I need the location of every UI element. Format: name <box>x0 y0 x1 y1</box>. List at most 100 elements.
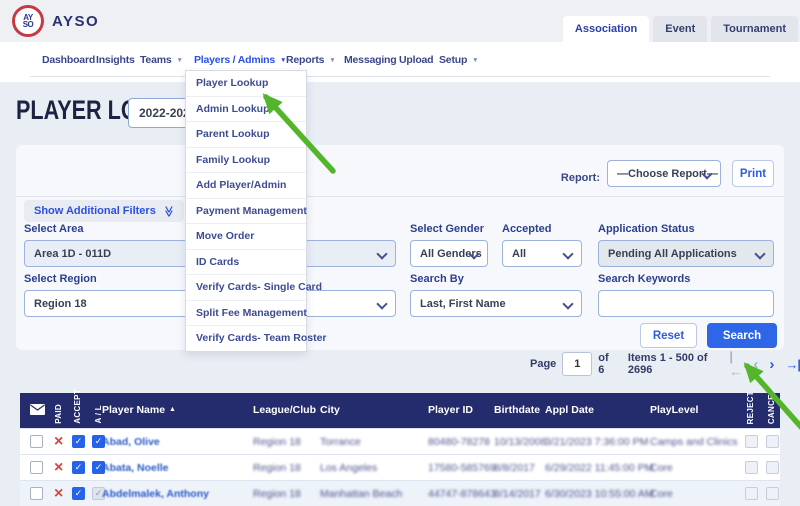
menu-item-id-cards[interactable]: ID Cards <box>186 250 306 276</box>
row-select-checkbox[interactable] <box>30 435 43 448</box>
search-by-select[interactable]: Last, First Name <box>410 290 582 317</box>
column-header-player-name[interactable]: Player Name▲ <box>102 404 176 416</box>
chevron-down-icon <box>562 248 573 259</box>
menu-item-add-player-admin[interactable]: Add Player/Admin <box>186 173 306 199</box>
search-by-value: Last, First Name <box>420 298 506 310</box>
page-of-label: of 6 <box>598 352 614 376</box>
nav-item-dashboard[interactable]: Dashboard <box>42 42 95 78</box>
menu-item-split-fee-management[interactable]: Split Fee Management <box>186 301 306 327</box>
city-cell: Torrance <box>320 436 361 448</box>
menu-item-player-lookup[interactable]: Player Lookup <box>186 71 306 97</box>
cancel-checkbox[interactable] <box>766 435 779 448</box>
search-keywords-label: Search Keywords <box>598 273 690 285</box>
table-header-row: PAID ACCEPT A / L Player Name▲ League/Cl… <box>20 393 780 428</box>
birthdate-cell: 8/8/2017 <box>494 462 535 474</box>
nav-item-insights[interactable]: Insights <box>96 42 135 78</box>
unpaid-x-icon: × <box>54 435 63 448</box>
cancel-checkbox[interactable] <box>766 461 779 474</box>
reject-checkbox[interactable] <box>745 435 758 448</box>
appl-date-cell: 6/29/2022 11:45:00 PM <box>545 462 653 474</box>
player-name-link[interactable]: Abata, Noelle <box>102 462 169 474</box>
reset-button[interactable]: Reset <box>640 323 697 348</box>
tab-association[interactable]: Association <box>563 16 649 42</box>
chevron-down-icon <box>376 248 387 259</box>
accept-checkbox[interactable]: ✓ <box>72 487 85 500</box>
select-gender-label: Select Gender <box>410 223 484 235</box>
menu-item-verify-cards-team-roster[interactable]: Verify Cards- Team Roster <box>186 326 306 351</box>
select-gender-select[interactable]: All Genders <box>410 240 488 267</box>
nav-item-upload[interactable]: Upload <box>399 42 433 78</box>
player-name-link[interactable]: Abad, Olive <box>102 436 160 448</box>
column-header-cancel: CANCEL <box>767 389 776 424</box>
select-region-label: Select Region <box>24 273 97 285</box>
next-page-icon[interactable]: › <box>769 356 773 373</box>
accepted-label: Accepted <box>502 223 552 235</box>
search-keywords-input[interactable] <box>598 290 774 317</box>
column-header-reject: REJECT <box>746 391 755 424</box>
page-label: Page <box>530 358 556 370</box>
envelope-icon[interactable] <box>30 404 45 418</box>
prev-page-icon[interactable]: ‹ <box>753 356 757 373</box>
show-additional-filters-label: Show Additional Filters <box>34 205 156 217</box>
page-number-input[interactable] <box>562 352 592 376</box>
cancel-checkbox[interactable] <box>766 487 779 500</box>
top-header-bar: AYSO AYSO AssociationEventTournament <box>0 0 800 42</box>
appl-date-cell: 6/30/2023 10:55:00 AM <box>545 488 654 500</box>
tab-event[interactable]: Event <box>653 16 707 42</box>
chevron-down-icon <box>754 248 765 259</box>
reject-checkbox[interactable] <box>745 487 758 500</box>
player-id-cell: 80480-78278 <box>428 436 490 448</box>
column-header-play-level: PlayLevel <box>650 404 698 416</box>
column-header-league-club: League/Club <box>253 404 316 416</box>
menu-item-payment-management[interactable]: Payment Management <box>186 199 306 225</box>
menu-item-admin-lookup[interactable]: Admin Lookup <box>186 97 306 123</box>
print-button-label: Print <box>740 168 766 180</box>
chevron-down-icon <box>376 298 387 309</box>
menu-item-parent-lookup[interactable]: Parent Lookup <box>186 122 306 148</box>
column-header-city: City <box>320 404 340 416</box>
reset-button-label: Reset <box>653 330 684 342</box>
accepted-select[interactable]: All <box>502 240 582 267</box>
player-name-link[interactable]: Abdelmalek, Anthony <box>102 488 209 500</box>
tab-tournament[interactable]: Tournament <box>711 16 798 42</box>
row-select-checkbox[interactable] <box>30 461 43 474</box>
row-select-checkbox[interactable] <box>30 487 43 500</box>
last-page-icon[interactable]: →| <box>785 357 800 372</box>
chevron-down-icon: ▼ <box>177 57 183 64</box>
nav-item-setup[interactable]: Setup▼ <box>439 42 478 78</box>
chevron-down-icon <box>562 298 573 309</box>
nav-item-teams[interactable]: Teams▼ <box>140 42 183 78</box>
panel-divider <box>16 196 784 197</box>
nav-item-messaging[interactable]: Messaging <box>344 42 396 78</box>
application-status-select[interactable]: Pending All Applications <box>598 240 774 267</box>
select-region-value: Region 18 <box>34 298 87 310</box>
ayso-logo-icon: AYSO <box>12 5 44 37</box>
print-button[interactable]: Print <box>732 160 774 187</box>
players-table: PAID ACCEPT A / L Player Name▲ League/Cl… <box>20 393 780 506</box>
birthdate-cell: 10/13/2008 <box>494 436 547 448</box>
menu-item-family-lookup[interactable]: Family Lookup <box>186 148 306 174</box>
show-additional-filters-button[interactable]: Show Additional Filters ≫ <box>24 200 184 222</box>
search-button-label: Search <box>723 330 761 342</box>
column-header-birthdate: Birthdate <box>494 404 540 416</box>
nav-item-label: Reports <box>286 54 324 66</box>
play-level-cell: Core <box>650 488 673 500</box>
table-row: ×✓✓Abdelmalek, AnthonyRegion 18Manhattan… <box>20 481 780 506</box>
player-id-cell: 44747-878643 <box>428 488 496 500</box>
menu-item-verify-cards-single-card[interactable]: Verify Cards- Single Card <box>186 275 306 301</box>
report-select[interactable]: —Choose Report— <box>607 160 721 187</box>
menu-item-move-order[interactable]: Move Order <box>186 224 306 250</box>
application-status-label: Application Status <box>598 223 695 235</box>
play-level-cell: Camps and Clinics <box>650 436 738 448</box>
appl-date-cell: 3/21/2023 7:36:00 PM <box>545 436 648 448</box>
nav-item-label: Insights <box>96 54 135 66</box>
reject-checkbox[interactable] <box>745 461 758 474</box>
first-page-icon[interactable]: |← <box>729 349 741 379</box>
player-id-cell: 17580-585769 <box>428 462 496 474</box>
double-chevron-down-icon: ≫ <box>162 205 175 217</box>
column-header-paid: PAID <box>54 404 63 424</box>
search-button[interactable]: Search <box>707 323 777 348</box>
accept-checkbox[interactable]: ✓ <box>72 435 85 448</box>
league-club-cell: Region 18 <box>253 462 301 474</box>
accept-checkbox[interactable]: ✓ <box>72 461 85 474</box>
